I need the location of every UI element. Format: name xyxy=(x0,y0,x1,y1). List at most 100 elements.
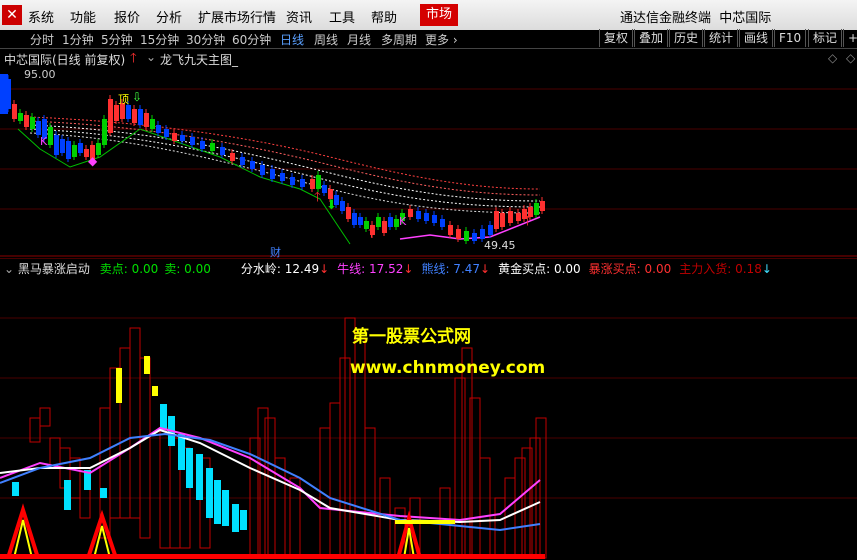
indicator-value: 分水岭: 12.49 xyxy=(240,262,320,276)
down-arrow-icon: ↓ xyxy=(403,262,414,276)
volume-box xyxy=(39,407,51,427)
period-tab-monthly[interactable]: 月线 xyxy=(347,31,371,48)
toolbar-button-overlay[interactable]: 叠加 xyxy=(634,29,669,47)
candle-body xyxy=(340,201,345,211)
period-tab-multi[interactable]: 多周期 xyxy=(381,31,417,48)
k-marker-label: K xyxy=(40,135,48,148)
diamond-icon[interactable]: ◇ xyxy=(828,51,837,65)
candle-body xyxy=(280,173,285,181)
period-tab-60min[interactable]: 60分钟 xyxy=(232,31,271,48)
down-arrow-icon: ↓ xyxy=(319,262,330,276)
chevron-down-icon[interactable]: ⌄ xyxy=(146,50,156,64)
candle-body xyxy=(346,207,351,219)
down-arrow-icon: ↓ xyxy=(480,262,491,276)
candle-body xyxy=(456,229,461,239)
signal-bar-cyan xyxy=(12,482,19,496)
menu-item-news[interactable]: 资讯 xyxy=(286,7,312,26)
candle-body xyxy=(322,185,327,193)
top-marker-label: 顶 xyxy=(118,93,129,106)
period-tab-30min[interactable]: 30分钟 xyxy=(186,31,225,48)
low-price-label: 49.45 xyxy=(484,239,516,252)
k-marker-label-2: K xyxy=(399,215,407,228)
diamond-icon: ◆ xyxy=(88,154,98,168)
indicator-value: 熊线: 7.47 xyxy=(421,262,481,276)
candle-body xyxy=(144,113,149,127)
chevron-right-icon: › xyxy=(452,33,458,47)
toolbar-button-f10[interactable]: F10 xyxy=(774,29,807,47)
candle-body xyxy=(464,231,469,241)
menu-item-analysis[interactable]: 分析 xyxy=(156,7,182,26)
indicator-value: 主力入货: 0.18 xyxy=(679,262,762,276)
candle-body xyxy=(18,113,23,121)
menu-item-help[interactable]: 帮助 xyxy=(371,7,397,26)
candle-body xyxy=(24,115,29,127)
up-arrow-icon: 🡑 xyxy=(130,51,137,66)
app-logo-icon[interactable]: ✕ xyxy=(2,5,22,25)
buy-arrow-icon: 🡑 xyxy=(314,190,321,205)
signal-bar-yellow xyxy=(152,386,158,396)
volume-box xyxy=(329,402,341,559)
indicator-value: 牛线: 17.52 xyxy=(337,262,404,276)
toolbar-button-history[interactable]: 历史 xyxy=(669,29,704,47)
volume-box xyxy=(514,457,526,559)
buy-arrow-icon: 🡑 xyxy=(368,226,375,241)
candle-body xyxy=(164,129,169,137)
market-button[interactable]: 市场 xyxy=(420,4,458,26)
candle-body xyxy=(210,143,215,151)
period-tab-1min[interactable]: 1分钟 xyxy=(62,31,94,48)
period-tab-15min[interactable]: 15分钟 xyxy=(140,31,179,48)
kline-chart[interactable]: ⇩ ◆ 🡑 ⬇ 🡑 🡑 中芯国际(日线 前复权) 🡑 ⌄ 龙飞九天主图_ ◇ ◇ 95.0… xyxy=(0,49,857,259)
menu-item-extended-market[interactable]: 扩展市场行情 xyxy=(198,7,276,26)
menu-item-function[interactable]: 功能 xyxy=(70,7,96,26)
volume-box xyxy=(454,377,466,559)
candle-body xyxy=(132,109,137,123)
toolbar-button-mark[interactable]: 标记 xyxy=(808,29,843,47)
signal-bar-cyan xyxy=(160,404,167,430)
candle-body xyxy=(220,147,225,155)
menu-item-tools[interactable]: 工具 xyxy=(329,7,355,26)
period-tab-timeshare[interactable]: 分时 xyxy=(30,31,54,48)
diamond-icon-2[interactable]: ◇ xyxy=(846,51,855,65)
candle-body xyxy=(108,99,113,133)
indicator-chart[interactable]: ⌄ 黑马暴涨启动 卖点: 0.00 卖: 0.00 分水岭: 12.49↓ 牛线: 1… xyxy=(0,258,857,560)
volume-box xyxy=(69,457,81,499)
candle-body xyxy=(138,109,143,125)
candle-body xyxy=(416,211,421,219)
candle-body xyxy=(270,169,275,179)
toolbar-button-rights[interactable]: 复权 xyxy=(599,29,634,47)
candle-body xyxy=(0,74,8,114)
signal-bar-cyan xyxy=(196,454,203,500)
chevron-down-icon[interactable]: ⌄ xyxy=(4,262,14,276)
volume-box xyxy=(264,417,276,559)
period-tab-5min[interactable]: 5分钟 xyxy=(101,31,133,48)
period-tab-daily[interactable]: 日线 xyxy=(280,31,304,48)
candle-body xyxy=(480,229,485,239)
candle-body xyxy=(540,201,545,211)
period-tab-more[interactable]: 更多 › xyxy=(425,31,458,48)
menu-item-quote[interactable]: 报价 xyxy=(114,7,140,26)
candle-body xyxy=(408,209,413,217)
toolbar-button-draw[interactable]: 画线 xyxy=(739,29,774,47)
kline-chart-canvas: ⇩ ◆ 🡑 ⬇ 🡑 🡑 xyxy=(0,74,857,257)
main-indicator-name[interactable]: 龙飞九天主图_ xyxy=(160,51,238,68)
menu-item-system[interactable]: 系统 xyxy=(28,7,54,26)
indicator-value: 卖: 0.00 xyxy=(164,262,211,276)
candle-body xyxy=(156,125,161,133)
period-tab-weekly[interactable]: 周线 xyxy=(314,31,338,48)
candle-body xyxy=(230,153,235,161)
indicator-name[interactable]: 黑马暴涨启动 xyxy=(18,262,90,276)
signal-bar-cyan xyxy=(206,468,213,518)
candle-body xyxy=(102,119,107,145)
toolbar-button-add[interactable]: + xyxy=(843,29,857,47)
period-toolbar: 分时 1分钟 5分钟 15分钟 30分钟 60分钟 日线 周线 月线 多周期 更… xyxy=(0,29,857,49)
signal-bar-cyan xyxy=(186,448,193,488)
toolbar-button-stats[interactable]: 统计 xyxy=(704,29,739,47)
candle-body xyxy=(66,141,71,159)
volume-box xyxy=(129,327,141,519)
candle-body xyxy=(516,213,521,221)
baseline-bar xyxy=(0,554,545,559)
candle-body xyxy=(472,233,477,241)
candle-body xyxy=(12,104,17,119)
signal-bar-cyan xyxy=(214,480,221,524)
volume-box xyxy=(535,417,547,559)
